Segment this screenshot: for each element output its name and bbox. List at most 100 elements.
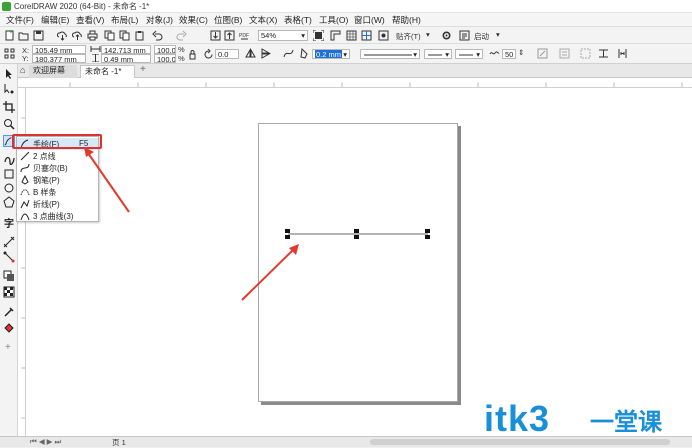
align-distribute-icon[interactable]	[617, 48, 628, 59]
publish-pdf-icon[interactable]: PDF	[239, 30, 250, 41]
angle-field[interactable]: 0.0	[215, 49, 239, 59]
flyout-item-b-spline[interactable]: B 样条	[17, 186, 98, 198]
flyout-item-polyline[interactable]: 折线(P)	[17, 198, 98, 210]
horizontal-ruler	[18, 78, 692, 88]
shape-tool-icon[interactable]	[3, 83, 15, 95]
cloud-upload-icon[interactable]	[72, 30, 83, 41]
wrap-text-icon[interactable]	[559, 48, 570, 59]
chevron-down-icon[interactable]: ▾	[426, 30, 430, 39]
print-icon[interactable]	[87, 30, 98, 41]
chevron-up-down-icon[interactable]: ⇕	[518, 48, 524, 57]
lock-ratio-icon[interactable]	[187, 49, 198, 60]
horizontal-scrollbar[interactable]	[370, 439, 670, 445]
end-arrowhead-select[interactable]: ▾	[455, 49, 483, 59]
crop-tool-icon[interactable]	[3, 101, 15, 113]
flyout-item-2-point-line[interactable]: 2 点线	[17, 150, 98, 162]
menu-window[interactable]: 窗口(W)	[354, 14, 385, 26]
cut-icon[interactable]	[104, 30, 115, 41]
snap-icon[interactable]	[378, 30, 389, 41]
menu-text[interactable]: 文本(X)	[249, 14, 277, 26]
show-rulers-icon[interactable]	[330, 30, 341, 41]
close-curve-icon[interactable]	[537, 48, 548, 59]
show-guidelines-icon[interactable]	[361, 30, 372, 41]
save-icon[interactable]	[33, 30, 44, 41]
smoothing-field[interactable]: 50	[502, 49, 516, 59]
mirror-horizontal-icon[interactable]	[245, 48, 256, 59]
export-icon[interactable]	[224, 30, 235, 41]
scale-x-field[interactable]: 100.0	[154, 45, 176, 54]
flyout-item-pen[interactable]: 钢笔(P)	[17, 174, 98, 186]
page-tab[interactable]: 页 1	[112, 437, 126, 448]
snap-to-label[interactable]: 贴齐(T)	[396, 31, 421, 42]
flyout-item-3-point-curve[interactable]: 3 点曲线(3)	[17, 210, 98, 222]
line-style-select[interactable]: ▾	[360, 49, 420, 59]
undo-icon[interactable]	[152, 30, 163, 41]
path-options-icon[interactable]	[283, 48, 294, 59]
selection-handle	[425, 235, 430, 239]
height-icon	[92, 54, 99, 62]
connector-icon[interactable]	[3, 251, 15, 263]
menu-edit[interactable]: 编辑(E)	[41, 14, 69, 26]
text-tool-icon[interactable]: 字	[3, 217, 15, 229]
zoom-tool-icon[interactable]	[3, 118, 15, 130]
selected-line-object[interactable]	[282, 226, 434, 242]
flyout-item-bezier[interactable]: 贝塞尔(B)	[17, 162, 98, 174]
options-gear-icon[interactable]	[441, 30, 452, 41]
interactive-fill-icon[interactable]	[3, 322, 15, 334]
artistic-media-icon[interactable]	[3, 153, 15, 165]
import-icon[interactable]	[210, 30, 221, 41]
add-icon[interactable]: +	[5, 342, 11, 353]
polygon-tool-icon[interactable]	[3, 196, 15, 208]
outline-width-field[interactable]: 0.2 mm ▾	[312, 49, 350, 59]
open-icon[interactable]	[18, 30, 29, 41]
tab-document[interactable]: 未命名 -1*	[80, 65, 135, 78]
document-page[interactable]	[258, 123, 458, 402]
new-document-icon[interactable]	[4, 30, 15, 41]
menu-help[interactable]: 帮助(H)	[392, 14, 421, 26]
paste-icon[interactable]	[134, 30, 145, 41]
eyedropper-icon[interactable]	[3, 306, 15, 318]
transparency-icon[interactable]	[3, 286, 15, 298]
add-tab-icon[interactable]: +	[140, 64, 146, 75]
object-origin-icon[interactable]	[4, 48, 15, 59]
tab-welcome-screen[interactable]: 欢迎屏幕	[29, 65, 77, 78]
ellipse-tool-icon[interactable]	[3, 182, 15, 194]
launch-label[interactable]: 启动	[474, 31, 489, 42]
drop-shadow-icon[interactable]	[3, 270, 15, 282]
chevron-down-icon: ▾	[343, 50, 347, 59]
watermark-subtext: 一堂课	[590, 409, 662, 436]
menu-object[interactable]: 对象(J)	[146, 14, 173, 26]
home-icon[interactable]: ⌂	[20, 65, 25, 75]
rectangle-tool-icon[interactable]	[3, 168, 15, 180]
show-grid-icon[interactable]	[346, 30, 357, 41]
outline-width-icon	[300, 48, 308, 59]
menu-tools[interactable]: 工具(O)	[319, 14, 348, 26]
full-screen-icon[interactable]	[313, 30, 324, 41]
position-icon[interactable]	[598, 48, 609, 59]
menu-bitmaps[interactable]: 位图(B)	[214, 14, 242, 26]
x-position-field[interactable]: 105.49 mm	[32, 45, 86, 54]
pick-tool-icon[interactable]	[3, 68, 15, 80]
redo-icon[interactable]	[176, 30, 187, 41]
selection-handle	[425, 229, 430, 233]
parallel-dimension-icon[interactable]	[3, 236, 15, 248]
zoom-level-select[interactable]: 54% ▾	[258, 30, 308, 41]
start-arrowhead-select[interactable]: ▾	[424, 49, 452, 59]
copy-icon[interactable]	[119, 30, 130, 41]
cloud-download-icon[interactable]	[57, 30, 68, 41]
bounding-box-icon[interactable]	[580, 48, 591, 59]
menu-table[interactable]: 表格(T)	[284, 14, 312, 26]
application-launcher-icon[interactable]	[459, 30, 470, 41]
menu-effects[interactable]: 效果(C)	[179, 14, 208, 26]
menu-layout[interactable]: 布局(L)	[111, 14, 138, 26]
height-field[interactable]: 0.49 mm	[101, 54, 151, 63]
mirror-vertical-icon[interactable]	[260, 48, 271, 59]
menu-file[interactable]: 文件(F)	[6, 14, 34, 26]
menu-view[interactable]: 查看(V)	[76, 14, 104, 26]
page-nav-icons[interactable]: ⏮ ◀ ▶ ⏭	[30, 437, 61, 447]
standard-toolbar: PDF 54% ▾ 贴齐(T) ▾ 启动 ▾	[0, 27, 692, 44]
width-field[interactable]: 142.713 mm	[101, 45, 151, 54]
chevron-down-icon[interactable]: ▾	[496, 30, 500, 39]
y-position-field[interactable]: 180.377 mm	[32, 54, 86, 63]
scale-y-field[interactable]: 100.0	[154, 54, 176, 63]
